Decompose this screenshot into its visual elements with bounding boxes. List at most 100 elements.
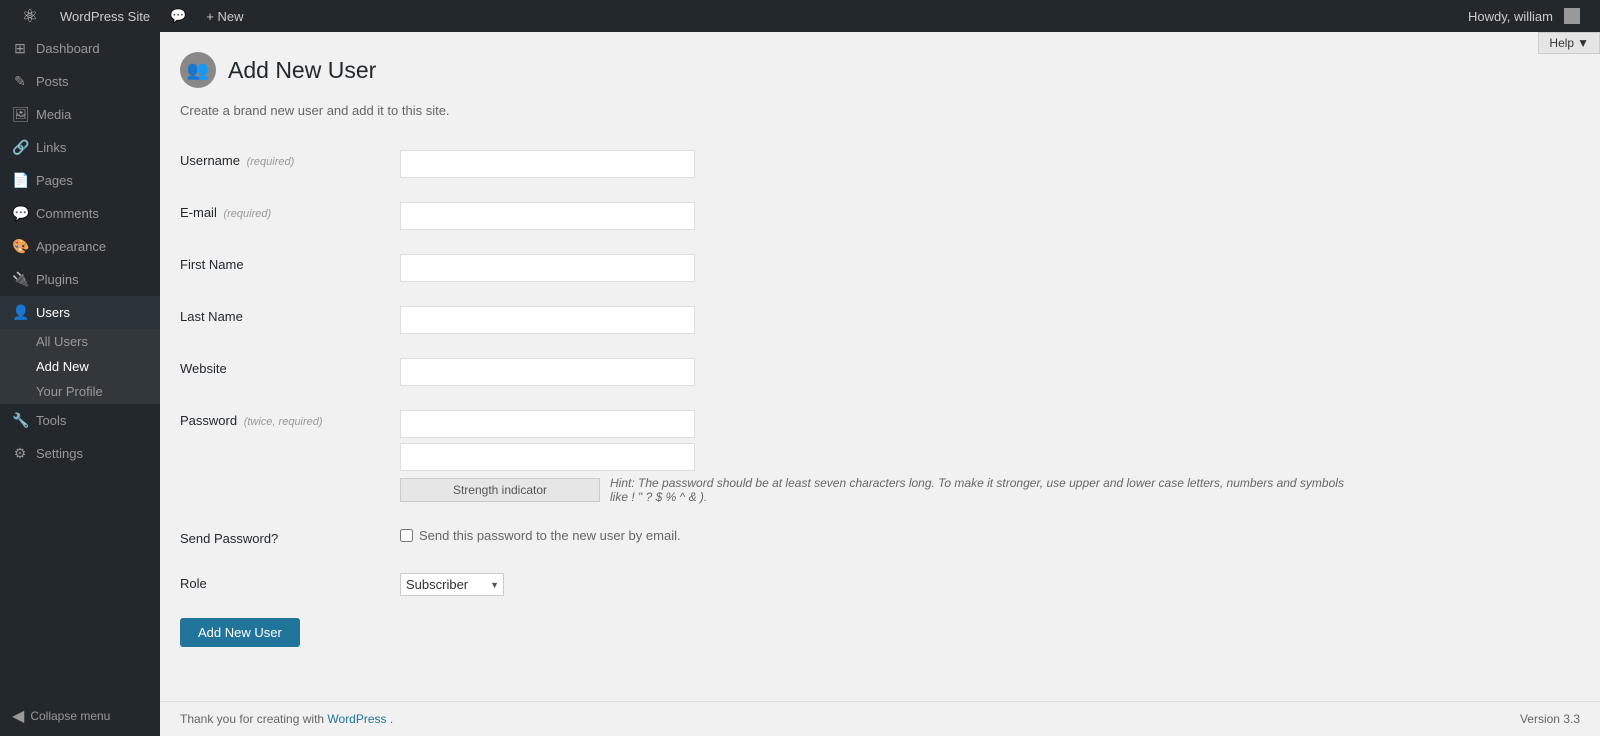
email-row: E-mail (required) [180, 190, 1580, 242]
add-user-form: Username (required) [180, 138, 1580, 647]
password-fields [400, 410, 1580, 471]
sidebar-item-pages[interactable]: 📄 Pages [0, 164, 160, 197]
site-name-item[interactable]: WordPress Site [50, 0, 160, 32]
lastname-row: Last Name [180, 294, 1580, 346]
sidebar-item-users[interactable]: 👤 Users [0, 296, 160, 329]
username-label: Username (required) [180, 153, 294, 168]
sidebar-item-label-plugins: Plugins [36, 272, 79, 287]
send-password-checkbox[interactable] [400, 529, 413, 542]
username-required-note: (required) [247, 156, 295, 168]
role-row: Role Subscriber Contributor Author Edito… [180, 561, 1580, 608]
new-label: + New [206, 9, 243, 24]
tools-icon: 🔧 [12, 412, 28, 429]
sidebar-item-label-dashboard: Dashboard [36, 41, 100, 56]
admin-bar-left: ⚛ WordPress Site 💬 + New [10, 0, 253, 32]
password-label: Password (twice, required) [180, 413, 323, 428]
sidebar-item-links[interactable]: 🔗 Links [0, 131, 160, 164]
email-input[interactable] [400, 202, 695, 230]
sidebar-item-label-appearance: Appearance [36, 239, 106, 254]
page-title: Add New User [228, 57, 376, 84]
sidebar-item-label-comments: Comments [36, 206, 99, 221]
role-select[interactable]: Subscriber Contributor Author Editor Adm… [400, 573, 504, 596]
footer-thank-you: Thank you for creating with [180, 712, 327, 726]
username-row: Username (required) [180, 138, 1580, 190]
sidebar-item-dashboard[interactable]: ⊞ Dashboard [0, 32, 160, 65]
page-title-icon: 👥 [180, 52, 216, 88]
comment-icon-item[interactable]: 💬 [160, 0, 196, 32]
sidebar-item-label-tools: Tools [36, 413, 66, 428]
sidebar-item-settings[interactable]: ⚙ Settings [0, 437, 160, 470]
submenu-all-users[interactable]: All Users [0, 329, 160, 354]
sidebar-item-posts[interactable]: ✎ Posts [0, 65, 160, 98]
sidebar-item-comments[interactable]: 💬 Comments [0, 197, 160, 230]
username-label-cell: Username (required) [180, 138, 400, 190]
firstname-label: First Name [180, 257, 244, 272]
sidebar-item-label-users: Users [36, 305, 70, 320]
footer-version: Version 3.3 [1520, 712, 1580, 726]
pages-icon: 📄 [12, 172, 28, 189]
posts-icon: ✎ [12, 73, 28, 90]
collapse-icon: ◀ [12, 706, 24, 726]
email-required-note: (required) [223, 208, 271, 220]
form-table: Username (required) [180, 138, 1580, 608]
howdy-text: Howdy, william [1468, 9, 1553, 24]
send-password-checkbox-text: Send this password to the new user by em… [419, 528, 681, 543]
wp-logo-icon: ⚛ [20, 6, 40, 26]
help-arrow-icon: ▼ [1577, 36, 1589, 50]
lastname-input[interactable] [400, 306, 695, 334]
firstname-label-cell: First Name [180, 242, 400, 294]
firstname-row: First Name [180, 242, 1580, 294]
admin-bar: ⚛ WordPress Site 💬 + New Howdy, william [0, 0, 1600, 32]
username-input[interactable] [400, 150, 695, 178]
collapse-menu-button[interactable]: ◀ Collapse menu [0, 696, 160, 736]
help-label: Help [1549, 36, 1574, 50]
site-name-label: WordPress Site [60, 9, 150, 24]
password-row: Password (twice, required) S [180, 398, 1580, 516]
sidebar-item-media[interactable]: 🖼 Media [0, 98, 160, 131]
role-label-cell: Role [180, 561, 400, 608]
role-select-cell: Subscriber Contributor Author Editor Adm… [400, 561, 1580, 608]
sidebar-item-label-media: Media [36, 107, 71, 122]
page-subtitle: Create a brand new user and add it to th… [180, 103, 1580, 118]
strength-indicator-button: Strength indicator [400, 478, 600, 502]
add-new-user-button[interactable]: Add New User [180, 618, 300, 647]
howdy-item[interactable]: Howdy, william [1458, 0, 1590, 32]
password-input-1[interactable] [400, 410, 695, 438]
firstname-input[interactable] [400, 254, 695, 282]
submenu-add-new[interactable]: Add New [0, 354, 160, 379]
appearance-icon: 🎨 [12, 238, 28, 255]
page-title-area: 👥 Add New User [180, 47, 1580, 88]
submenu-your-profile[interactable]: Your Profile [0, 379, 160, 404]
users-submenu: All Users Add New Your Profile [0, 329, 160, 404]
password-required-note: (twice, required) [244, 416, 323, 428]
plugins-icon: 🔌 [12, 271, 28, 288]
sidebar-item-appearance[interactable]: 🎨 Appearance [0, 230, 160, 263]
users-icon: 👤 [12, 304, 28, 321]
media-icon: 🖼 [12, 106, 28, 123]
new-item-button[interactable]: + New [196, 0, 253, 32]
comment-icon: 💬 [170, 8, 186, 24]
footer-wp-link[interactable]: WordPress [327, 712, 386, 726]
main-wrapper: ⊞ Dashboard ✎ Posts 🖼 Media 🔗 Links 📄 Pa… [0, 32, 1600, 736]
dashboard-icon: ⊞ [12, 40, 28, 57]
links-icon: 🔗 [12, 139, 28, 156]
firstname-input-cell [400, 242, 1580, 294]
sidebar-inner: ⊞ Dashboard ✎ Posts 🖼 Media 🔗 Links 📄 Pa… [0, 32, 160, 736]
sidebar-item-plugins[interactable]: 🔌 Plugins [0, 263, 160, 296]
footer-text: Thank you for creating with WordPress . [180, 712, 393, 726]
password-input-2[interactable] [400, 443, 695, 471]
email-label-cell: E-mail (required) [180, 190, 400, 242]
send-password-label: Send Password? [180, 531, 278, 546]
email-label: E-mail (required) [180, 205, 271, 220]
strength-row: Strength indicator Hint: The password sh… [400, 476, 1580, 504]
email-input-cell [400, 190, 1580, 242]
wp-logo-item[interactable]: ⚛ [10, 0, 50, 32]
website-input[interactable] [400, 358, 695, 386]
website-label: Website [180, 361, 227, 376]
footer-period: . [390, 712, 393, 726]
help-tab-button[interactable]: Help ▼ [1538, 32, 1600, 54]
sidebar-item-tools[interactable]: 🔧 Tools [0, 404, 160, 437]
website-input-cell [400, 346, 1580, 398]
send-password-row: Send Password? Send this password to the… [180, 516, 1580, 561]
username-input-cell [400, 138, 1580, 190]
